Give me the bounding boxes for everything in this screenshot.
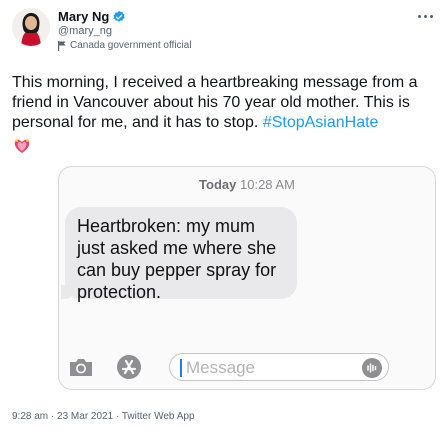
tweet-metadata[interactable]: 9:28 am · 23 Mar 2021 · Twitter Web App bbox=[12, 411, 195, 422]
account-label-text: Canada government official bbox=[70, 40, 192, 51]
avatar-image bbox=[12, 8, 50, 46]
heart-flower-emoji-icon bbox=[14, 138, 30, 153]
verified-badge-icon bbox=[113, 10, 125, 22]
account-label[interactable]: Canada government official bbox=[58, 40, 192, 51]
flag-icon bbox=[58, 40, 66, 51]
avatar[interactable] bbox=[12, 8, 50, 46]
tweet: Mary Ng @mary_ng Canada government offic… bbox=[0, 0, 448, 442]
tweet-media-image[interactable]: Today 10:28 AM Heartbroken: my mum just … bbox=[58, 166, 436, 390]
more-options-icon[interactable] bbox=[418, 12, 436, 20]
hashtag-link[interactable]: #StopAsianHate bbox=[263, 114, 379, 131]
message-timestamp: Today 10:28 AM bbox=[59, 177, 435, 192]
message-placeholder: Message bbox=[186, 358, 255, 377]
message-composer: Message bbox=[59, 353, 435, 385]
tweet-text: This morning, I received a heartbreaking… bbox=[12, 73, 440, 133]
author-name[interactable]: Mary Ng bbox=[58, 9, 109, 24]
app-store-icon bbox=[117, 355, 141, 379]
message-input: Message bbox=[169, 353, 389, 381]
audio-waveform-icon bbox=[362, 358, 382, 378]
timestamp-time: 10:28 AM bbox=[240, 177, 295, 192]
author-handle[interactable]: @mary_ng bbox=[58, 25, 112, 37]
author-row: Mary Ng bbox=[58, 9, 126, 24]
text-cursor bbox=[180, 359, 182, 377]
message-bubble: Heartbroken: my mum just asked me where … bbox=[65, 207, 297, 302]
camera-icon bbox=[70, 359, 92, 376]
timestamp-day: Today bbox=[199, 177, 237, 192]
